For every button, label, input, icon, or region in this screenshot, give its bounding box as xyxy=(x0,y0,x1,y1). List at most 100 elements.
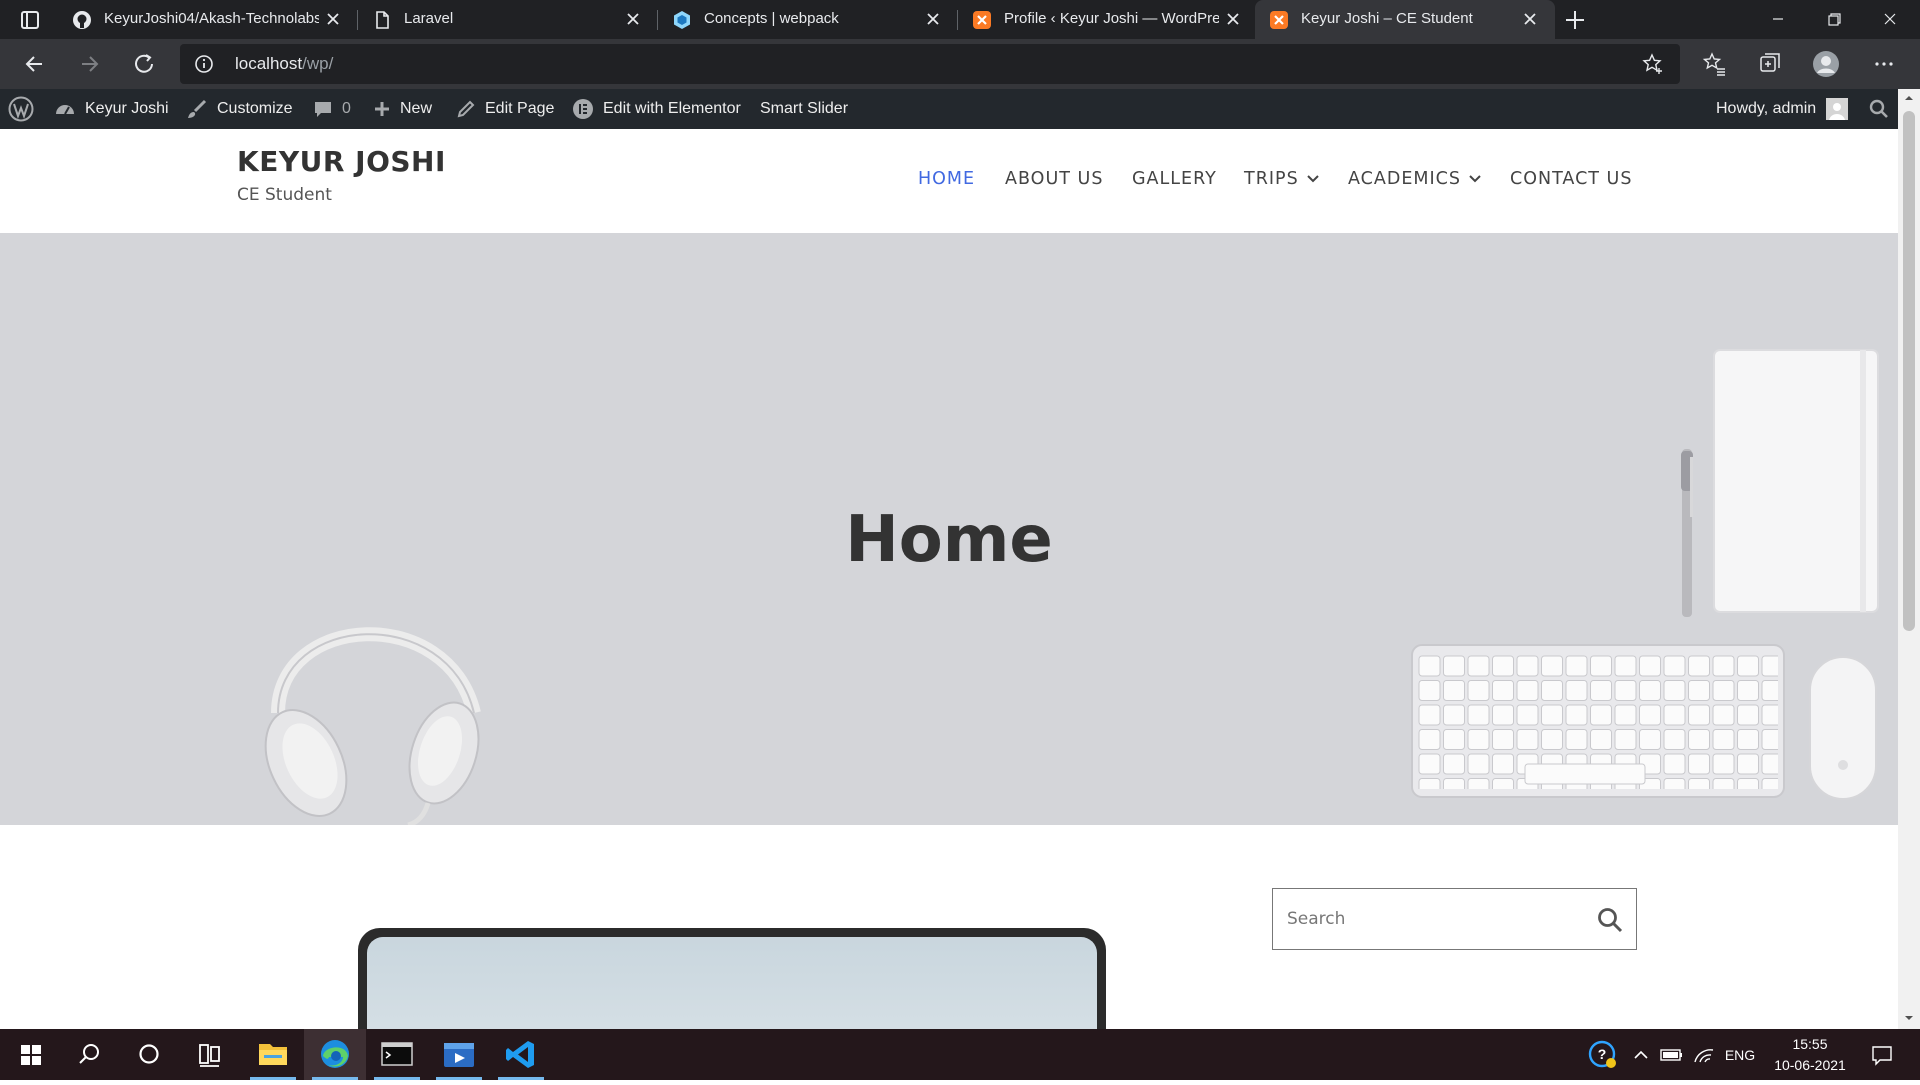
admin-site-name[interactable]: Keyur Joshi xyxy=(54,89,169,129)
admin-comments[interactable]: 0 xyxy=(313,89,351,129)
nav-item-label: ABOUT US xyxy=(1005,169,1104,189)
close-icon[interactable] xyxy=(923,9,943,29)
elementor-icon xyxy=(573,99,593,119)
browser-toolbar: localhost/wp/ xyxy=(0,39,1920,89)
vscode-icon xyxy=(506,1041,534,1068)
tab-title: Concepts | webpack xyxy=(704,10,839,27)
battery-tray-button[interactable] xyxy=(1658,1029,1686,1080)
taskbar-vscode[interactable] xyxy=(490,1029,552,1080)
browser-tab-laravel[interactable]: Laravel xyxy=(358,0,658,39)
webpack-icon xyxy=(674,11,690,29)
cortana-button[interactable] xyxy=(118,1029,180,1080)
dashboard-icon xyxy=(56,105,74,115)
close-icon[interactable] xyxy=(1520,9,1540,29)
task-view-button[interactable] xyxy=(178,1029,240,1080)
tab-actions-button[interactable] xyxy=(14,8,46,32)
language-label: ENG xyxy=(1724,1046,1756,1063)
nav-item-label: CONTACT US xyxy=(1510,169,1633,189)
clock-date: 10-06-2021 xyxy=(1774,1057,1846,1073)
site-info-icon[interactable] xyxy=(194,54,214,74)
help-tray-button[interactable]: ? xyxy=(1588,1029,1618,1080)
admin-smart-slider[interactable]: Smart Slider xyxy=(760,89,848,129)
taskbar-search-button[interactable] xyxy=(58,1029,120,1080)
wordpress-menu[interactable] xyxy=(8,89,43,129)
url-text[interactable]: localhost/wp/ xyxy=(235,54,333,74)
nav-item-academics[interactable]: ACADEMICS xyxy=(1348,169,1481,189)
admin-edit-elementor[interactable]: Edit with Elementor xyxy=(572,89,741,129)
wp-admin-bar: Keyur Joshi Customize 0 New Edit Page Ed… xyxy=(0,89,1920,129)
close-icon[interactable] xyxy=(323,9,343,29)
language-indicator[interactable]: ENG xyxy=(1720,1029,1760,1080)
network-tray-button[interactable] xyxy=(1690,1029,1718,1080)
admin-search[interactable] xyxy=(1868,89,1899,129)
taskbar-terminal[interactable] xyxy=(366,1029,428,1080)
admin-edit-page[interactable]: Edit Page xyxy=(456,89,554,129)
new-tab-icon[interactable] xyxy=(1562,8,1588,32)
tab-title: Laravel xyxy=(404,10,454,27)
taskbar-edge[interactable] xyxy=(304,1029,366,1080)
search-input[interactable] xyxy=(1285,903,1575,935)
media-player-icon xyxy=(444,1043,474,1067)
browser-tab-webpack[interactable]: Concepts | webpack xyxy=(658,0,958,39)
admin-new[interactable]: New xyxy=(373,89,432,129)
refresh-icon[interactable] xyxy=(130,50,160,78)
notifications-button[interactable] xyxy=(1862,1029,1902,1080)
user-avatar-icon xyxy=(1829,103,1846,120)
search-icon[interactable] xyxy=(1596,906,1624,934)
close-icon[interactable] xyxy=(623,9,643,29)
minimize-icon[interactable] xyxy=(1748,0,1808,39)
close-icon[interactable] xyxy=(1223,9,1243,29)
scroll-up-icon[interactable] xyxy=(1904,93,1914,103)
comment-icon xyxy=(315,102,331,117)
show-hidden-icons-button[interactable] xyxy=(1628,1029,1654,1080)
search-form xyxy=(1272,888,1637,950)
nav-item-about-us[interactable]: ABOUT US xyxy=(1005,169,1103,189)
add-favorite-icon[interactable] xyxy=(1642,53,1664,75)
admin-howdy[interactable]: Howdy, admin xyxy=(1716,89,1849,129)
admin-customize[interactable]: Customize xyxy=(186,89,293,129)
taskbar-clock[interactable]: 15:55 10-06-2021 xyxy=(1760,1034,1860,1076)
clock-time: 15:55 xyxy=(1792,1036,1828,1052)
nav-item-label: HOME xyxy=(918,169,976,189)
nav-item-contact-us[interactable]: CONTACT US xyxy=(1510,169,1632,189)
nav-item-gallery[interactable]: GALLERY xyxy=(1132,169,1217,189)
chevron-up-icon xyxy=(1634,1050,1648,1059)
browser-tab-github[interactable]: KeyurJoshi04/Akash-Technolabs- xyxy=(58,0,358,39)
url-path: /wp/ xyxy=(302,54,334,73)
back-arrow-icon[interactable] xyxy=(20,50,50,78)
taskbar-file-explorer[interactable] xyxy=(242,1029,304,1080)
address-bar[interactable]: localhost/wp/ xyxy=(180,44,1680,84)
search-icon xyxy=(1869,99,1888,118)
scroll-down-icon[interactable] xyxy=(1904,1013,1914,1023)
nav-item-trips[interactable]: TRIPS xyxy=(1244,169,1319,189)
nav-item-label: GALLERY xyxy=(1132,169,1217,189)
admin-new-label: New xyxy=(400,100,433,117)
windows-taskbar: ? ENG 15:55 10-06-2021 xyxy=(0,1029,1920,1080)
admin-edit-elementor-label: Edit with Elementor xyxy=(603,100,741,117)
nav-item-label: ACADEMICS xyxy=(1348,169,1461,189)
chevron-down-icon xyxy=(1469,175,1481,183)
favorites-icon[interactable] xyxy=(1700,50,1728,78)
collections-icon[interactable] xyxy=(1756,50,1784,78)
close-window-icon[interactable] xyxy=(1860,0,1920,39)
more-options-icon[interactable] xyxy=(1870,50,1898,78)
browser-tab-active[interactable]: Keyur Joshi – CE Student xyxy=(1255,0,1555,39)
cortana-icon xyxy=(139,1044,159,1064)
start-button[interactable] xyxy=(0,1029,62,1080)
profile-avatar-icon[interactable] xyxy=(1812,50,1840,78)
browser-tab-wp-profile[interactable]: Profile ‹ Keyur Joshi — WordPres xyxy=(958,0,1255,39)
site-title[interactable]: KEYUR JOSHI xyxy=(237,145,446,178)
nav-item-home[interactable]: HOME xyxy=(918,169,975,189)
xampp-icon xyxy=(1270,11,1288,29)
admin-customize-label: Customize xyxy=(217,100,293,117)
restore-icon[interactable] xyxy=(1804,0,1864,39)
forward-arrow-icon[interactable] xyxy=(74,50,104,78)
taskbar-media-player[interactable] xyxy=(428,1029,490,1080)
task-view-icon xyxy=(199,1044,220,1067)
hero-banner: Home xyxy=(0,233,1898,825)
xampp-icon xyxy=(973,11,991,29)
page-icon xyxy=(376,11,389,29)
scrollbar-thumb[interactable] xyxy=(1903,111,1915,631)
page-scrollbar[interactable] xyxy=(1898,89,1920,1029)
site-tagline: CE Student xyxy=(237,185,332,205)
